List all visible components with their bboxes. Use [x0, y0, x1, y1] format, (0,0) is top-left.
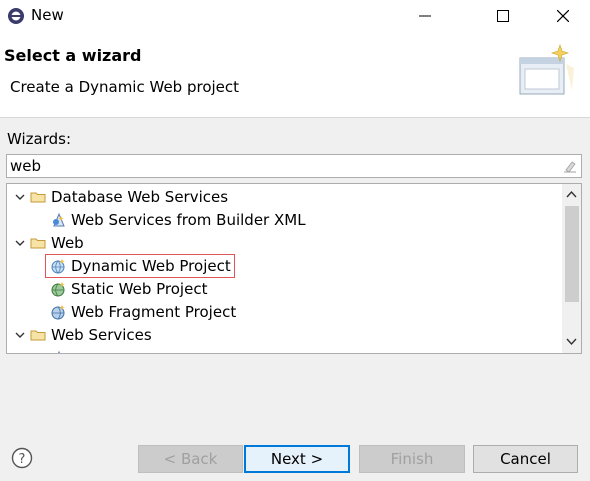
tree-folder-web-services[interactable]: Web Services [7, 324, 562, 347]
web-service-wizard-icon [58, 350, 60, 353]
web-fragment-project-icon [51, 305, 65, 320]
web-service-wizard-icon [53, 212, 65, 227]
folder-icon [30, 238, 46, 249]
eclipse-app-icon [8, 8, 24, 24]
scroll-up-icon[interactable] [565, 188, 578, 201]
close-icon [557, 10, 569, 22]
wizard-tree[interactable]: Database Web Services Web Services from … [6, 183, 582, 354]
help-icon[interactable]: ? [11, 447, 33, 469]
scroll-down-icon[interactable] [565, 335, 578, 348]
tree-label: Web Services from Builder XML [71, 211, 306, 229]
maximize-icon [497, 10, 509, 22]
static-web-project-icon [51, 282, 65, 297]
tree-item-partial [7, 347, 562, 353]
filter-value: web [10, 157, 42, 175]
tree-label: Dynamic Web Project [71, 257, 231, 275]
minimize-icon [419, 15, 431, 17]
folder-icon [30, 192, 46, 203]
maximize-button[interactable] [480, 0, 526, 32]
folder-icon [30, 330, 46, 341]
next-button[interactable]: Next > [244, 445, 350, 473]
new-wizard-banner-icon [519, 44, 574, 95]
dynamic-web-project-icon [51, 259, 65, 274]
close-button[interactable] [540, 0, 586, 32]
tree-folder-database-web-services[interactable]: Database Web Services [7, 186, 562, 209]
scrollbar-thumb[interactable] [565, 206, 579, 302]
wizard-filter-input[interactable]: web [6, 154, 582, 178]
tree-label: Web Services [51, 326, 152, 344]
page-description: Create a Dynamic Web project [10, 78, 240, 96]
tree-item-dynamic-web-project[interactable]: Dynamic Web Project [7, 254, 562, 278]
wizards-label: Wizards: [7, 130, 72, 148]
finish-button[interactable]: Finish [359, 445, 465, 473]
tree-label: Web [51, 234, 84, 252]
tree-folder-web[interactable]: Web [7, 232, 562, 255]
cancel-button[interactable]: Cancel [473, 445, 578, 473]
page-title: Select a wizard [4, 46, 142, 65]
tree-item-web-fragment-project[interactable]: Web Fragment Project [7, 301, 562, 324]
minimize-button[interactable] [402, 0, 448, 32]
chevron-down-icon[interactable] [13, 236, 27, 250]
svg-text:?: ? [19, 452, 26, 467]
tree-scrollbar[interactable] [562, 184, 581, 353]
tree-label: Web Fragment Project [71, 303, 237, 321]
window-title: New [31, 6, 64, 24]
back-button[interactable]: < Back [138, 445, 243, 473]
tree-label: Database Web Services [51, 188, 229, 206]
wizard-header: Select a wizard Create a Dynamic Web pro… [0, 32, 590, 118]
title-bar: New [0, 0, 590, 32]
clear-filter-icon[interactable] [563, 159, 577, 173]
chevron-down-icon[interactable] [13, 190, 27, 204]
tree-item-static-web-project[interactable]: Static Web Project [7, 278, 562, 301]
chevron-down-icon[interactable] [13, 328, 27, 342]
tree-label: Static Web Project [71, 280, 208, 298]
tree-item-web-services-from-builder-xml[interactable]: Web Services from Builder XML [7, 209, 562, 232]
